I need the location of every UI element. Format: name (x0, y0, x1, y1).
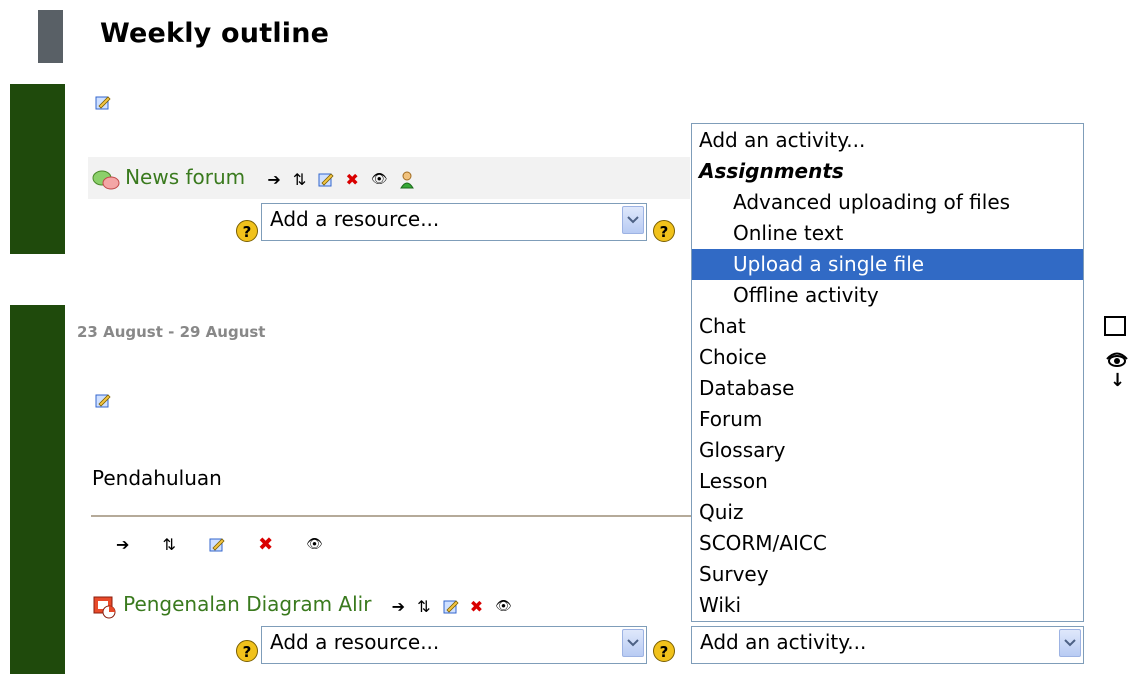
dropdown-option[interactable]: Glossary (692, 435, 1083, 466)
hide-icon[interactable]: 👁 (495, 599, 512, 614)
edit-icon[interactable] (318, 172, 334, 188)
edit-icon[interactable] (209, 537, 225, 553)
add-resource-select-value: Add a resource... (270, 207, 440, 231)
move-down-icon[interactable]: ↓ (1110, 370, 1125, 391)
resource-link[interactable]: Pengenalan Diagram Alir (123, 592, 371, 616)
dropdown-option[interactable]: Database (692, 373, 1083, 404)
divider (91, 515, 691, 517)
eye-icon[interactable] (1106, 347, 1128, 369)
delete-icon[interactable]: ✖ (470, 597, 483, 616)
forum-icon (92, 170, 120, 189)
resource-item: Pengenalan Diagram Alir ➔ ⇅ ✖ 👁 (92, 592, 519, 619)
help-icon[interactable]: ? (653, 220, 675, 242)
dropdown-option[interactable]: SCORM/AICC (692, 528, 1083, 559)
edit-summary-icon[interactable] (95, 393, 111, 409)
section-summary: Pendahuluan (92, 466, 222, 490)
presentation-icon (93, 596, 116, 618)
groups-icon[interactable] (399, 171, 414, 189)
news-forum-item: News forum ➔ ⇅ ✖ 👁 (92, 165, 414, 195)
move-icon[interactable]: ⇅ (293, 170, 306, 189)
add-activity-dropdown-list[interactable]: Add an activity... Assignments Advanced up… (691, 123, 1084, 622)
dropdown-option[interactable]: Survey (692, 559, 1083, 590)
move-icon[interactable]: ⇅ (417, 597, 430, 616)
dropdown-group-label: Assignments (699, 159, 844, 183)
move-icon[interactable]: ⇅ (163, 535, 176, 554)
add-activity-select-value: Add an activity... (700, 630, 867, 654)
dropdown-option[interactable]: Offline activity (692, 280, 1083, 311)
help-icon[interactable]: ? (236, 640, 258, 662)
label-tools: ➔ ⇅ ✖ 👁 (116, 534, 330, 555)
help-icon[interactable]: ? (653, 640, 675, 662)
move-right-icon[interactable]: ➔ (267, 170, 280, 189)
move-right-icon[interactable]: ➔ (392, 597, 405, 616)
chevron-down-icon[interactable] (622, 206, 644, 234)
add-resource-select[interactable]: Add a resource... (261, 203, 647, 241)
dropdown-option[interactable]: Upload a single file (692, 249, 1083, 280)
add-activity-select[interactable]: Add an activity... (691, 626, 1084, 664)
dropdown-option[interactable]: Lesson (692, 466, 1083, 497)
delete-icon[interactable]: ✖ (258, 534, 273, 555)
news-forum-link[interactable]: News forum (125, 165, 245, 189)
dropdown-option[interactable]: Advanced uploading of files (692, 187, 1083, 218)
hide-icon[interactable]: 👁 (371, 172, 388, 187)
dropdown-option[interactable]: Choice (692, 342, 1083, 373)
dropdown-option[interactable]: Online text (692, 218, 1083, 249)
chevron-down-icon[interactable] (622, 629, 644, 657)
highlight-checkbox[interactable] (1104, 316, 1126, 336)
hide-icon[interactable]: 👁 (306, 537, 323, 552)
section-date: 23 August - 29 August (77, 323, 266, 341)
page-title: Weekly outline (100, 18, 330, 49)
edit-icon[interactable] (443, 599, 459, 615)
edit-summary-icon[interactable] (95, 95, 111, 111)
delete-icon[interactable]: ✖ (345, 170, 358, 189)
section-0-bar (10, 84, 65, 254)
section-1-bar (10, 305, 65, 674)
dropdown-option[interactable]: Quiz (692, 497, 1083, 528)
chevron-down-icon[interactable] (1059, 629, 1081, 657)
dropdown-option[interactable]: Chat (692, 311, 1083, 342)
add-resource-select-value: Add a resource... (270, 630, 440, 654)
dropdown-option[interactable]: Wiki (692, 590, 1083, 621)
dropdown-option[interactable]: Forum (692, 404, 1083, 435)
add-resource-select[interactable]: Add a resource... (261, 626, 647, 664)
dropdown-option[interactable]: Add an activity... (692, 125, 1083, 156)
move-right-icon[interactable]: ➔ (116, 535, 129, 554)
section-marker (38, 10, 63, 63)
help-icon[interactable]: ? (236, 220, 258, 242)
